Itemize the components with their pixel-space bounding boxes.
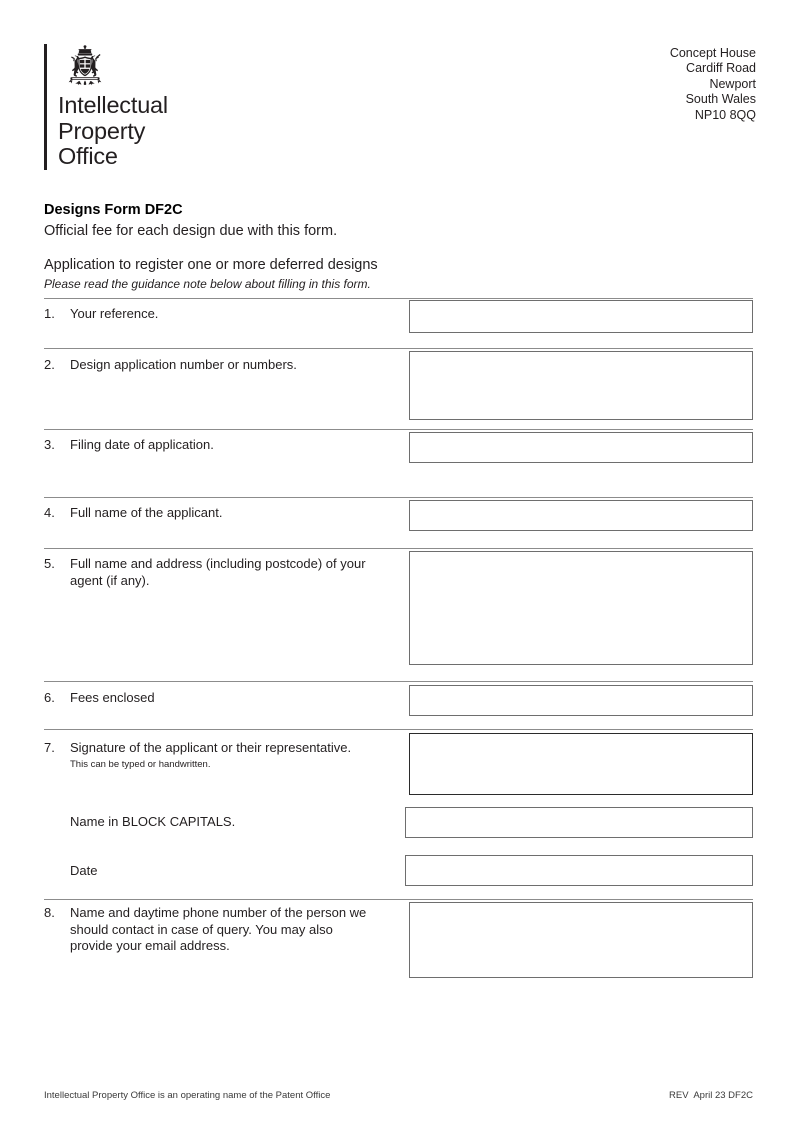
question-8-input[interactable] xyxy=(409,902,753,978)
form-guidance-note: Please read the guidance note below abou… xyxy=(44,277,371,291)
footer-operating-name: Intellectual Property Office is an opera… xyxy=(44,1090,331,1101)
question-8-label: 8. Name and daytime phone number of the … xyxy=(44,905,374,955)
logo-body: Intellectual Property Office xyxy=(58,44,168,170)
question-6-label: 6. Fees enclosed xyxy=(44,690,384,707)
question-1-text: Your reference. xyxy=(70,306,159,321)
address-line-3: Newport xyxy=(709,76,756,91)
date-text: Date xyxy=(70,863,98,878)
question-6-number: 6. xyxy=(44,690,55,705)
address-line-2: Cardiff Road xyxy=(686,61,756,76)
footer-revision: REV April 23 DF2C xyxy=(669,1090,753,1101)
row-separator-4 xyxy=(44,497,753,498)
question-3-number: 3. xyxy=(44,437,55,452)
question-7-sublabel: This can be typed or handwritten. xyxy=(70,758,211,770)
question-6-input[interactable] xyxy=(409,685,753,716)
question-7-label: 7. Signature of the applicant or their r… xyxy=(44,740,394,771)
question-7-number: 7. xyxy=(44,740,55,755)
ipo-logo: Intellectual Property Office xyxy=(44,44,168,170)
page-header: Intellectual Property Office Concept Hou… xyxy=(44,44,756,170)
row-separator-3 xyxy=(44,429,753,430)
question-4-input[interactable] xyxy=(409,500,753,531)
question-4-text: Full name of the applicant. xyxy=(70,505,223,520)
question-3-text: Filing date of application. xyxy=(70,437,214,452)
address-postcode: NP10 8QQ xyxy=(694,107,756,122)
row-separator-6 xyxy=(44,681,753,682)
royal-coat-of-arms-crest xyxy=(68,45,102,86)
form-fee-note: Official fee for each design due with th… xyxy=(44,223,338,239)
form-title-block: Designs Form DF2C Official fee for each … xyxy=(44,201,544,292)
row-separator-7 xyxy=(44,729,753,730)
logo-line-1: Intellectual xyxy=(58,92,168,118)
page-footer: Intellectual Property Office is an opera… xyxy=(44,1089,753,1102)
address-line-4: South Wales xyxy=(685,92,756,107)
question-6-text: Fees enclosed xyxy=(70,690,155,705)
block-capitals-text: Name in BLOCK CAPITALS. xyxy=(70,814,236,829)
block-capitals-input[interactable] xyxy=(405,807,753,838)
form-page: Intellectual Property Office Concept Hou… xyxy=(0,0,800,1130)
question-1-input[interactable] xyxy=(409,300,753,333)
question-3-label: 3. Filing date of application. xyxy=(44,437,384,454)
question-1-number: 1. xyxy=(44,306,55,321)
row-separator-1 xyxy=(44,298,753,299)
row-separator-5 xyxy=(44,548,753,549)
question-5-number: 5. xyxy=(44,556,55,571)
form-subject: Application to register one or more defe… xyxy=(44,257,378,273)
question-5-input[interactable] xyxy=(409,551,753,665)
question-3-input[interactable] xyxy=(409,432,753,463)
question-2-label: 2. Design application number or numbers. xyxy=(44,357,384,374)
question-1-label: 1. Your reference. xyxy=(44,306,384,323)
logo-line-2: Property xyxy=(58,117,146,144)
question-7-text: Signature of the applicant or their repr… xyxy=(70,740,352,755)
logo-vertical-rule xyxy=(44,44,47,170)
form-code: Designs Form DF2C xyxy=(44,202,183,218)
question-8-text: Name and daytime phone number of the per… xyxy=(70,905,367,953)
question-5-label: 5. Full name and address (including post… xyxy=(44,556,384,589)
row-separator-2 xyxy=(44,348,753,349)
block-capitals-label: Name in BLOCK CAPITALS. xyxy=(44,814,384,831)
date-label: Date xyxy=(44,863,384,880)
signature-input[interactable] xyxy=(409,733,753,795)
office-address: Concept House Cardiff Road Newport South… xyxy=(670,46,756,123)
question-2-input[interactable] xyxy=(409,351,753,420)
date-input[interactable] xyxy=(405,855,753,886)
question-2-number: 2. xyxy=(44,357,55,372)
question-5-text: Full name and address (including postcod… xyxy=(70,556,366,588)
row-separator-8 xyxy=(44,899,753,900)
address-line-1: Concept House xyxy=(669,46,756,60)
question-8-number: 8. xyxy=(44,905,55,920)
question-2-text: Design application number or numbers. xyxy=(70,357,297,372)
logo-line-3: Office xyxy=(58,143,118,169)
question-4-label: 4. Full name of the applicant. xyxy=(44,505,384,522)
logo-wordmark: Intellectual Property Office xyxy=(58,92,168,170)
question-4-number: 4. xyxy=(44,505,55,520)
